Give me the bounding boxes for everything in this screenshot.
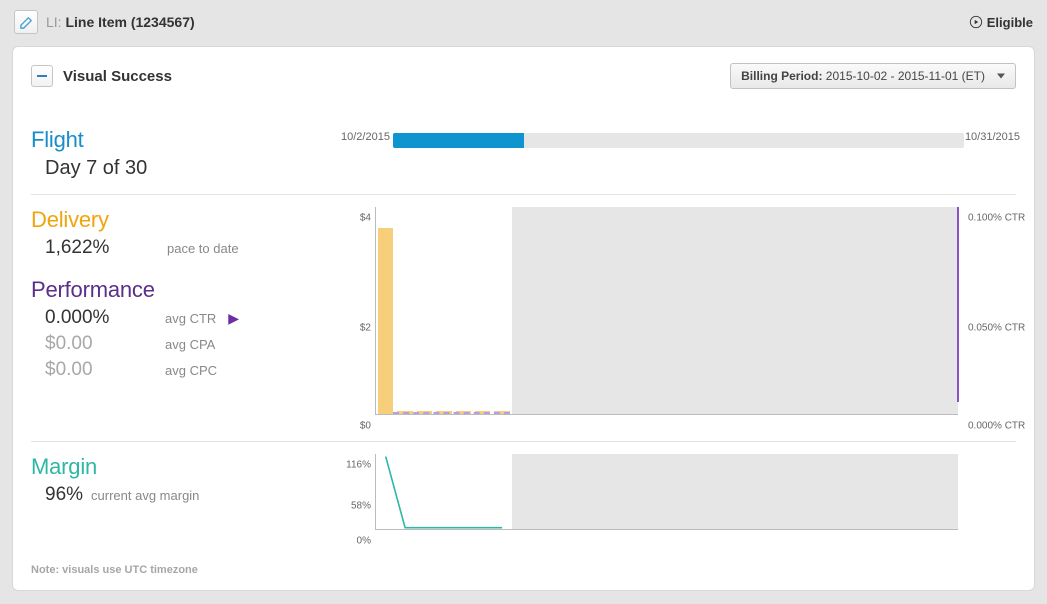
minus-icon <box>37 71 47 81</box>
play-circle-icon <box>969 15 983 29</box>
page-title: LI: Line Item (1234567) <box>46 14 195 30</box>
collapse-button[interactable] <box>31 65 53 87</box>
delivery-title: Delivery <box>31 207 321 233</box>
performance-title: Performance <box>31 277 321 303</box>
axis-tick: 0.000% CTR <box>962 421 1032 432</box>
chevron-down-icon <box>997 74 1005 79</box>
timezone-note: Note: visuals use UTC timezone <box>31 564 1016 576</box>
margin-section: Margin 96% current avg margin 116% 58% 0… <box>31 441 1016 550</box>
billing-period-dropdown[interactable]: Billing Period: 2015-10-02 - 2015-11-01 … <box>730 63 1016 89</box>
performance-metric-row: $0.00avg CPC <box>45 359 321 381</box>
margin-title: Margin <box>31 454 321 480</box>
delivery-bar <box>378 228 394 414</box>
edit-line-item-button[interactable] <box>14 10 38 34</box>
margin-line <box>386 457 502 528</box>
future-shade <box>512 207 958 414</box>
margin-value: 96% <box>45 484 83 506</box>
metric-value: $0.00 <box>45 359 165 381</box>
flight-start-date: 10/2/2015 <box>341 131 390 143</box>
axis-tick: 116% <box>341 460 371 471</box>
axis-tick: 0.100% CTR <box>962 213 1032 224</box>
visual-success-panel: Visual Success Billing Period: 2015-10-0… <box>12 46 1035 591</box>
axis-tick: $0 <box>341 421 371 432</box>
flight-progress-chart: 10/2/2015 10/31/2015 <box>341 127 1016 180</box>
axis-tick: $2 <box>341 323 371 334</box>
axis-tick: 58% <box>341 501 371 512</box>
axis-tick: 0% <box>341 536 371 547</box>
section-title: Visual Success <box>63 68 172 85</box>
right-axis-line <box>957 207 959 402</box>
metric-value: 0.000% <box>45 307 165 329</box>
performance-metric-row: 0.000%avg CTR ▶ <box>45 307 321 329</box>
delivery-value: 1,622% <box>45 237 165 259</box>
status-pill: Eligible <box>969 15 1033 30</box>
delivery-performance-section: Delivery 1,622% pace to date Performance… <box>31 194 1016 441</box>
axis-tick: 0.050% CTR <box>962 323 1032 334</box>
flight-title: Flight <box>31 127 321 153</box>
edit-icon <box>19 15 34 30</box>
flight-end-date: 10/31/2015 <box>965 131 1020 143</box>
performance-metric-row: $0.00avg CPA <box>45 333 321 355</box>
delivery-performance-chart: $4 $2 $0 0.100% CTR 0.050% CTR 0.000% CT… <box>341 207 1016 427</box>
header-bar: LI: Line Item (1234567) Eligible <box>6 6 1041 38</box>
margin-value-label: current avg margin <box>91 488 199 503</box>
margin-chart: 116% 58% 0% <box>341 454 1016 536</box>
flight-subtitle: Day 7 of 30 <box>45 157 321 180</box>
axis-tick: $4 <box>341 213 371 224</box>
play-arrow-icon[interactable]: ▶ <box>228 310 239 327</box>
metric-value: $0.00 <box>45 333 165 355</box>
metric-label: avg CPA <box>165 337 215 352</box>
delivery-value-label: pace to date <box>167 241 239 256</box>
metric-label: avg CPC <box>165 363 217 378</box>
metric-label: avg CTR <box>165 311 216 326</box>
flight-progress-fill <box>393 133 524 148</box>
performance-line <box>393 412 509 414</box>
flight-section: Flight Day 7 of 30 10/2/2015 10/31/2015 <box>31 115 1016 194</box>
